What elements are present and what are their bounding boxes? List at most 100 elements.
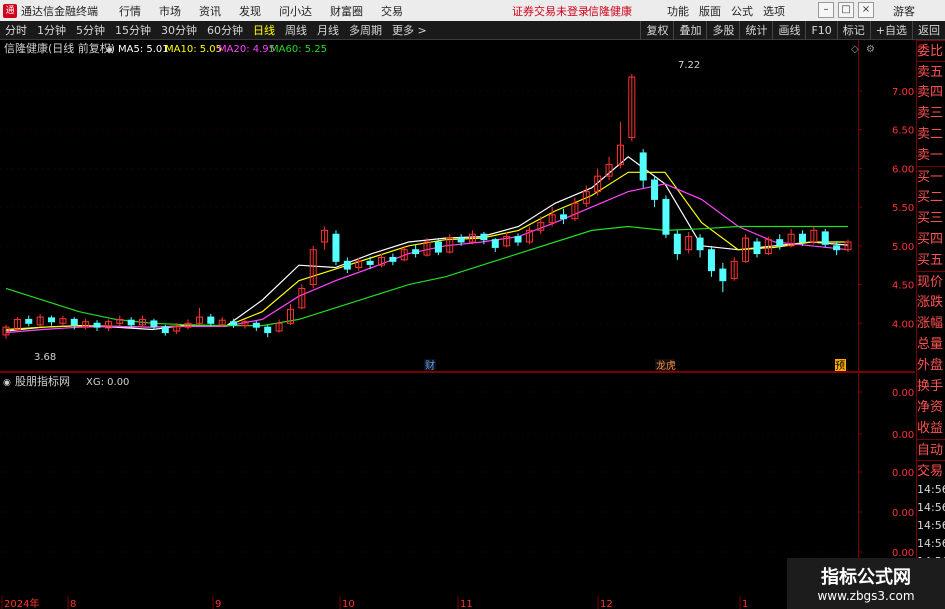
- adjust-button[interactable]: 复权: [640, 21, 673, 40]
- date-tick-label: 8: [70, 599, 76, 609]
- multi-stock-button[interactable]: 多股: [706, 21, 739, 40]
- candle-body: [821, 231, 829, 245]
- trade-login-notice[interactable]: 证券交易未登录: [512, 3, 589, 19]
- close-icon[interactable]: ×: [858, 2, 874, 18]
- indicator-grid: [0, 372, 859, 594]
- candle-body: [753, 241, 761, 255]
- indicator-toggle-icon[interactable]: ◉: [3, 378, 11, 388]
- app-logo-icon: 通: [3, 3, 17, 18]
- minimize-icon[interactable]: –: [818, 2, 834, 18]
- candle-body: [480, 233, 488, 241]
- candle-body: [651, 179, 659, 200]
- add-watchlist-button[interactable]: +自选: [869, 21, 912, 40]
- settings-gear-icon[interactable]: ⚙: [866, 44, 875, 55]
- tab-intraday[interactable]: 分时: [0, 22, 32, 38]
- tab-multi-period[interactable]: 多周期: [344, 22, 387, 38]
- candle-body: [70, 318, 78, 326]
- menu-wealth-circle[interactable]: 财富圈: [321, 3, 372, 19]
- guest-label[interactable]: 游客: [893, 3, 915, 19]
- indicator-tick-label: 0.00: [892, 430, 914, 441]
- quote-side-panel: 委比 卖五 卖四 卖三 卖二 卖一 买一 买二 买三 买四 买五 现价 涨跌 涨幅 总量 外盘 换手 净资 收益 自…: [916, 40, 945, 604]
- tab-monthly[interactable]: 月线: [312, 22, 344, 38]
- candle-body: [366, 260, 374, 265]
- stats-button[interactable]: 统计: [739, 21, 772, 40]
- menu-discover[interactable]: 发现: [230, 3, 270, 19]
- watermark-title: 指标公式网: [821, 567, 911, 588]
- menu-ask[interactable]: 问小达: [270, 3, 321, 19]
- overlay-button[interactable]: 叠加: [673, 21, 706, 40]
- tab-15min[interactable]: 15分钟: [110, 22, 156, 38]
- tab-30min[interactable]: 30分钟: [156, 22, 202, 38]
- candle-body: [798, 233, 806, 243]
- side-label-3: 卖三: [917, 106, 944, 121]
- menu-market[interactable]: 市场: [150, 3, 190, 19]
- price-tick-label: 7.00: [892, 87, 914, 98]
- tab-5min[interactable]: 5分钟: [71, 22, 110, 38]
- menu-options[interactable]: 选项: [758, 3, 790, 19]
- date-tick-label: 9: [215, 599, 221, 609]
- candle-body: [673, 233, 681, 255]
- ma20-legend: MA20: 4.95: [218, 44, 275, 55]
- side-label-13: 涨幅: [917, 316, 944, 331]
- date-tick-label: 11: [460, 599, 473, 609]
- menu-trade[interactable]: 交易: [372, 3, 412, 19]
- f10-button[interactable]: F10: [805, 21, 836, 40]
- back-button[interactable]: 返回: [912, 21, 945, 40]
- tab-daily[interactable]: 日线: [248, 22, 280, 38]
- side-label-1: 卖五: [917, 61, 945, 82]
- event-markers: 财 龙虎 预: [424, 359, 846, 372]
- side-lower-label-0[interactable]: 自动: [917, 439, 945, 460]
- side-label-12: 涨跌: [917, 295, 944, 310]
- mark-button[interactable]: 标记: [836, 21, 870, 40]
- current-stock-name: 信隆健康: [588, 5, 632, 18]
- ma-legend: ◉ MA5: 5.01 MA10: 5.05 MA20: 4.95 MA60: …: [106, 44, 327, 55]
- price-axis: 7.00 6.50 6.00 5.50 5.00 4.50 4.00: [858, 87, 914, 330]
- candle-body: [719, 268, 727, 282]
- side-label-2: 卖四: [917, 85, 944, 100]
- price-tick-label: 4.00: [892, 319, 914, 330]
- xg-value: XG: 0.00: [86, 377, 129, 388]
- maximize-icon[interactable]: □: [838, 2, 854, 18]
- candle-body: [514, 236, 522, 243]
- watermark-url: www.zbgs3.com: [817, 589, 915, 603]
- menu-quotes[interactable]: 行情: [110, 3, 150, 19]
- menu-function[interactable]: 功能: [662, 3, 694, 19]
- kline-chart[interactable]: 7.00 6.50 6.00 5.50 5.00 4.50 4.00 信隆健康(日线 前复权…: [0, 40, 915, 372]
- forecast-marker[interactable]: 预: [835, 360, 845, 372]
- legend-toggle-icon[interactable]: ◉: [106, 45, 114, 55]
- ma10-legend: MA10: 5.05: [165, 44, 222, 55]
- candle-body: [696, 237, 704, 251]
- tab-60min[interactable]: 60分钟: [202, 22, 248, 38]
- finance-marker[interactable]: 财: [425, 359, 435, 372]
- candle-body: [389, 256, 397, 262]
- indicator-axis: 0.000.000.000.000.00: [858, 388, 914, 559]
- indicator-panel[interactable]: ◉ 股朋指标网 XG: 0.00 0.000.000.000.000.00: [0, 372, 915, 594]
- candle-body: [127, 319, 135, 326]
- trade-time-2: 14:56: [917, 519, 945, 532]
- date-axis: 2024年 8 9 10 11 12 1: [1, 596, 748, 609]
- side-label-18: 收益: [917, 421, 944, 436]
- draw-line-button[interactable]: 画线: [772, 21, 805, 40]
- price-tick-label: 6.00: [892, 164, 914, 175]
- diamond-icon[interactable]: ◇: [851, 44, 859, 55]
- date-tick-label: 12: [600, 599, 613, 609]
- app-title: 通达信金融终端: [21, 4, 98, 18]
- side-lower-label-1[interactable]: 交易: [917, 460, 945, 481]
- candle-body: [48, 317, 56, 323]
- side-label-10: 买五: [917, 253, 944, 268]
- ma5-legend: MA5: 5.01: [118, 44, 169, 55]
- side-label-9: 买四: [917, 232, 944, 247]
- menu-news[interactable]: 资讯: [190, 3, 230, 19]
- dragon-tiger-marker[interactable]: 龙虎: [656, 359, 676, 372]
- tab-more[interactable]: 更多 >: [387, 22, 432, 38]
- tab-1min[interactable]: 1分钟: [32, 22, 71, 38]
- low-price-label: 3.68: [34, 352, 56, 363]
- side-label-17: 净资: [917, 400, 944, 415]
- menu-formula[interactable]: 公式: [726, 3, 758, 19]
- side-label-8: 买三: [917, 211, 944, 226]
- menu-layout[interactable]: 版面: [694, 3, 726, 19]
- tab-weekly[interactable]: 周线: [280, 22, 312, 38]
- title-bar: 通 通达信金融终端 行情 市场 资讯 发现 问小达 财富圈 交易 证券交易未登录…: [0, 0, 945, 21]
- ma60-legend: MA60: 5.25: [270, 44, 327, 55]
- price-tick-label: 4.50: [892, 281, 914, 292]
